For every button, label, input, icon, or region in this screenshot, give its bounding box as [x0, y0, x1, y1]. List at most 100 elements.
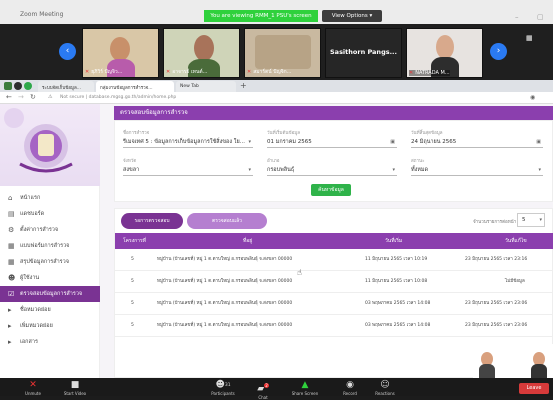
sidebar-item-dashboard[interactable]: ▤ แดชบอร์ด [0, 206, 100, 222]
sidebar-item-settings[interactable]: ⚙ ตั้งค่าการสำรวจ [0, 222, 100, 238]
table-row[interactable]: 5 หมู่บ้าน (บ้านเลขที่) หมู่ 1 ต.ตาบใหญ่… [115, 249, 553, 271]
column-header: วันที่เริ่ม [385, 238, 403, 244]
back-icon[interactable]: ← [6, 93, 12, 101]
cell-start: 03 พฤษภาคม 2565 เวลา 14:08 [365, 323, 431, 328]
end-date-input[interactable]: 24 มิถุนายน 2565 ▣ [411, 137, 543, 148]
sidebar-item-check-survey[interactable]: ☑ ตรวจสอบข้อมูลการสำรวจ [0, 286, 100, 302]
province-select[interactable]: สงขลา ▾ [123, 165, 253, 176]
participant-tile[interactable]: ✕ NATRADA M... [406, 28, 483, 78]
sidebar-item-users[interactable]: ☻ ผู้ใช้งาน [0, 270, 100, 286]
end-date-value: 24 มิถุนายน 2565 [411, 139, 457, 145]
leave-button[interactable]: Leave [519, 383, 549, 394]
logo-banner [0, 104, 100, 186]
mouse-cursor-icon: ☝ [297, 268, 302, 277]
chart-icon: ▤ [8, 210, 15, 218]
table-row[interactable]: 5 หมู่บ้าน (บ้านเลขที่) หมู่ 1 ต.ตาบใหญ่… [115, 271, 553, 293]
chevron-down-icon: ▾ [248, 139, 251, 145]
browser-tab[interactable]: New Tab [176, 81, 236, 92]
cell-start: 03 พฤษภาคม 2565 เวลา 14:08 [365, 301, 431, 306]
district-select[interactable]: กรอบพลินธุ์ ▾ [267, 165, 397, 176]
cell-edited: ไม่มีข้อมูล [505, 279, 525, 284]
participants-button[interactable]: ☻31 Participants [205, 380, 241, 396]
cell-edited: 23 มิถุนายน 2565 เวลา 23:06 [465, 323, 528, 328]
avatar [531, 364, 547, 378]
mic-muted-icon: ✕ [166, 69, 171, 75]
unmute-button[interactable]: ✕ Unmute [20, 380, 46, 396]
share-screen-button[interactable]: ▲ Share Screen [287, 380, 323, 396]
status-select[interactable]: ทั้งหมด ▾ [411, 165, 543, 176]
table-row[interactable]: 5 หมู่บ้าน (บ้านเลขที่) หมู่ 1 ต.ตาบใหญ่… [115, 315, 553, 337]
chevron-down-icon: ▾ [369, 13, 373, 19]
start-video-button[interactable]: ■ Start Video [58, 380, 92, 396]
view-options-button[interactable]: View Options ▾ [322, 10, 382, 22]
participant-tile[interactable]: ✕ ยุภิวิร์ ปัญจิว... [82, 28, 159, 78]
prev-page-button[interactable]: ‹ [59, 43, 76, 60]
participant-tile[interactable]: Sasithorn Pangs... [325, 28, 402, 78]
calendar-icon: ▣ [390, 139, 395, 145]
sidebar-item-label: ผู้ใช้งาน [20, 275, 40, 281]
sidebar-item-documents[interactable]: ▸ เอกสาร [0, 334, 100, 350]
per-page-value: 5 [522, 217, 526, 223]
table-header: โครงการที่ ที่อยู่ วันที่เริ่ม วันที่แก้… [115, 233, 553, 249]
forward-icon[interactable]: → [18, 93, 24, 101]
status-label: สถานะ [411, 159, 425, 164]
participant-name: ยุภิวิร์ ปัญจิว... [91, 69, 123, 75]
survey-select[interactable]: รีเมจเทศ 5 : ข้อมูลการเก็บข้อมูลการใช้สิ… [123, 137, 253, 148]
participants-icon: ☻31 [215, 380, 231, 390]
participant-name: NATRADA M... [415, 70, 450, 76]
participant-name: Sasithorn Pangs... [330, 48, 397, 56]
avatar [194, 35, 214, 61]
province-label: จังหวัด [123, 159, 137, 164]
column-header: วันที่แก้ไข [505, 238, 527, 244]
filter-panel: ชื่อการสำรวจ รีเมจเทศ 5 : ข้อมูลการเก็บข… [114, 120, 553, 202]
cell-no: 5 [131, 257, 134, 262]
minimize-icon[interactable]: – [515, 13, 519, 21]
chat-button[interactable]: ▰2 Chat [251, 380, 275, 400]
start-date-input[interactable]: 01 มกราคม 2565 ▣ [267, 137, 397, 148]
report-icon: ▦ [8, 258, 15, 266]
sidebar-item-label: ชื่อหมวดย่อย [20, 307, 51, 313]
survey-label: ชื่อการสำรวจ [123, 131, 150, 136]
window-title: Zoom Meeting [20, 11, 64, 18]
sidebar-item-summary[interactable]: ▦ สรุปข้อมูลการสำรวจ [0, 254, 100, 270]
participant-name: สมาร์ตน์ ปัญจิก... [253, 69, 292, 75]
next-page-button[interactable]: › [490, 43, 507, 60]
table-row[interactable]: 5 หมู่บ้าน (บ้านเลขที่) หมู่ 1 ต.ตาบใหญ่… [115, 293, 553, 315]
per-page-select[interactable]: 5 ▾ [517, 213, 545, 227]
participant-tile[interactable]: ✕ สมาร์ตน์ ปัญจิก... [244, 28, 321, 78]
reload-icon[interactable]: ↻ [30, 93, 36, 101]
record-icon: ◉ [346, 380, 354, 390]
browser-tab-active[interactable]: กลุ่มงานข้อมูลการสำรวจ... [96, 81, 174, 92]
sidebar-item-forms[interactable]: ▦ แบบฟอร์มการสำรวจ [0, 238, 100, 254]
share-screen-icon: ▲ [301, 380, 309, 390]
chevron-down-icon: ▾ [539, 217, 542, 223]
sidebar-item-home[interactable]: ⌂ หน้าแรก [0, 190, 100, 206]
browser-tab-bar: ระบบจัดเก็บข้อมูล... กลุ่มงานข้อมูลการสำ… [0, 80, 553, 92]
document-icon: ▦ [8, 242, 15, 250]
warning-icon: ⚠ [48, 94, 53, 100]
chat-icon: ▰2 [257, 383, 269, 394]
new-tab-icon[interactable]: + [240, 81, 247, 90]
tab-checked[interactable]: ตรวจสอบแล้ว [187, 213, 267, 229]
grid-view-icon[interactable]: ▦ [526, 34, 533, 42]
share-screen-label: Share Screen [291, 391, 319, 396]
page-title: ตรวจสอบข้อมูลการสำรวจ [114, 106, 553, 120]
tab-pending[interactable]: รอการตรวจสอบ [121, 213, 183, 229]
avatar [110, 37, 130, 61]
browser-tab[interactable]: ระบบจัดเก็บข้อมูล... [38, 81, 94, 92]
zoom-toolbar: ✕ Unmute ■ Start Video ☻31 Participants … [0, 378, 553, 400]
browser-window: ระบบจัดเก็บข้อมูล... กลุ่มงานข้อมูลการสำ… [0, 80, 553, 378]
sidebar-item-subcategory[interactable]: ▸ ชื่อหมวดย่อย [0, 302, 100, 318]
per-page-label: จำนวนรายการต่อหน้า [473, 220, 517, 225]
maximize-icon[interactable]: ▢ [537, 13, 544, 21]
record-button[interactable]: ◉ Record [337, 380, 363, 396]
profile-icon[interactable]: ◉ [530, 94, 535, 101]
reactions-button[interactable]: ☺ Reactions [370, 380, 400, 396]
survey-select-value: รีเมจเทศ 5 : ข้อมูลการเก็บข้อมูลการใช้สิ… [123, 139, 245, 145]
search-button[interactable]: ค้นหาข้อมูล [311, 184, 351, 196]
participant-tile[interactable]: ✕ อาจารย์ เทนต์... [163, 28, 240, 78]
cell-no: 5 [131, 301, 134, 306]
file-icon: ▸ [8, 338, 12, 346]
url-field[interactable]: Not secure | database.mgsg.go.th/admin/h… [60, 95, 176, 100]
sidebar-item-add-subcategory[interactable]: ▸ เพิ่มหมวดย่อย [0, 318, 100, 334]
